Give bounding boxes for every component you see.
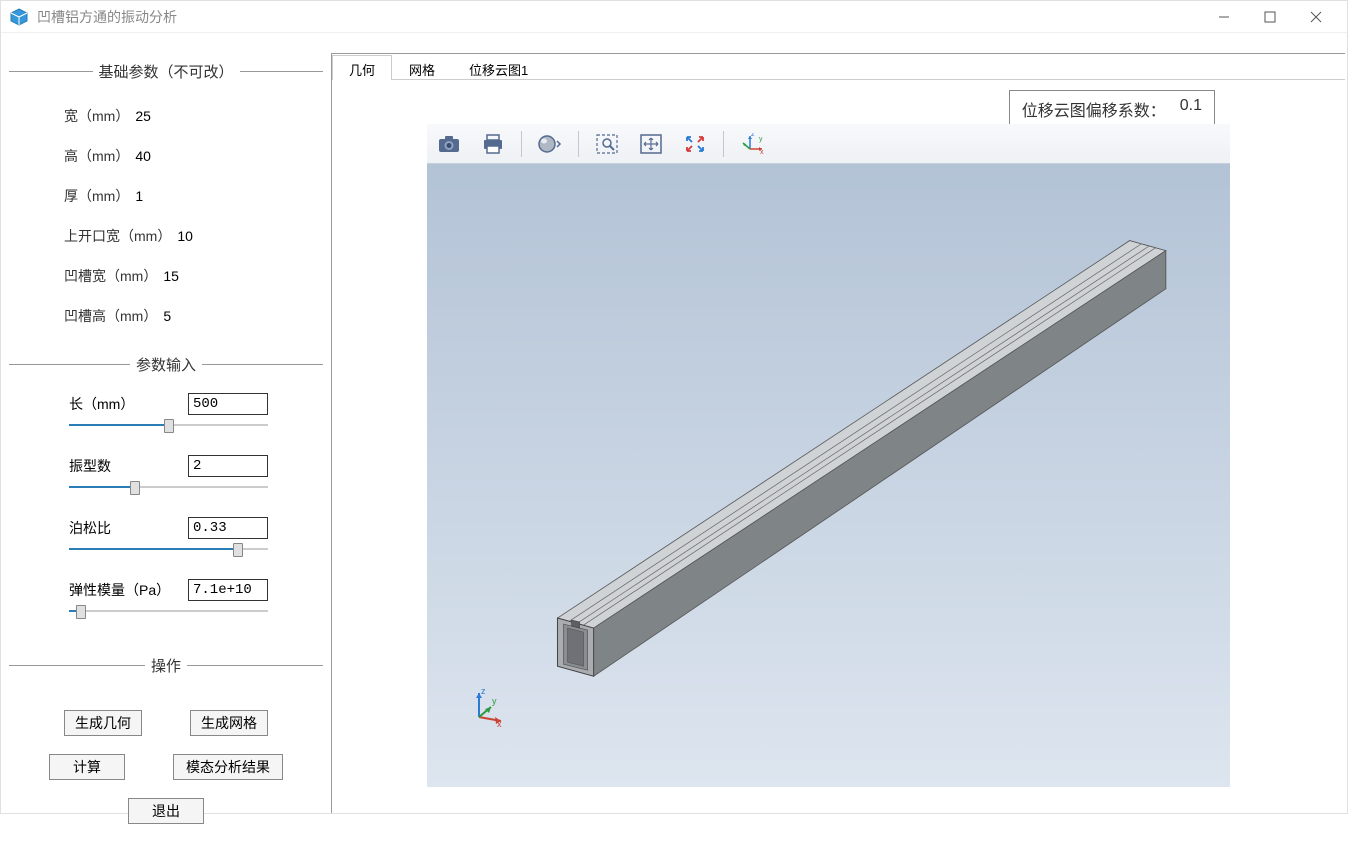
axis-triad-icon[interactable]: zyx <box>736 128 768 160</box>
toolbar-separator <box>578 131 579 157</box>
toolbar-separator <box>723 131 724 157</box>
zoom-full-icon[interactable] <box>679 128 711 160</box>
param-label: 高（mm） <box>64 146 129 166</box>
param-label: 上开口宽（mm） <box>64 226 171 246</box>
param-input[interactable] <box>188 393 268 415</box>
generate-mesh-button[interactable]: 生成网格 <box>190 710 268 736</box>
param-label: 凹槽宽（mm） <box>64 266 157 286</box>
tabs: 几何网格位移云图1 <box>332 54 1345 80</box>
basic-params-title: 基础参数（不可改） <box>99 61 234 82</box>
basic-param-row: 宽（mm） 25 <box>9 96 323 136</box>
input-label: 振型数 <box>69 456 111 476</box>
compute-button[interactable]: 计算 <box>49 754 125 780</box>
render-style-icon[interactable] <box>534 128 566 160</box>
viewport-toolbar: zyx <box>427 124 1230 164</box>
close-button[interactable] <box>1293 2 1339 32</box>
minimize-button[interactable] <box>1201 2 1247 32</box>
window-title: 凹槽铝方通的振动分析 <box>37 7 177 27</box>
param-value: 5 <box>163 308 171 324</box>
param-label: 宽（mm） <box>64 106 129 126</box>
param-slider[interactable] <box>69 541 268 557</box>
coef-label-text: 位移云图偏移系数： <box>1022 97 1166 121</box>
3d-render-area[interactable]: z y x <box>427 164 1230 787</box>
param-value: 10 <box>177 228 193 244</box>
svg-text:x: x <box>497 719 502 727</box>
param-value: 40 <box>135 148 151 164</box>
param-slider[interactable] <box>69 479 268 495</box>
param-value: 25 <box>135 108 151 124</box>
param-input[interactable] <box>188 517 268 539</box>
modal-results-button[interactable]: 模态分析结果 <box>173 754 283 780</box>
input-label: 长（mm） <box>69 394 134 414</box>
input-param-group: 振型数 <box>9 451 323 513</box>
param-value: 1 <box>135 188 143 204</box>
param-input[interactable] <box>188 579 268 601</box>
basic-param-row: 凹槽宽（mm） 15 <box>9 256 323 296</box>
toolbar-separator <box>521 131 522 157</box>
svg-text:y: y <box>759 136 763 143</box>
maximize-button[interactable] <box>1247 2 1293 32</box>
axis-gizmo: z y x <box>465 687 505 727</box>
tab[interactable]: 网格 <box>392 55 452 80</box>
svg-text:z: z <box>481 687 486 696</box>
basic-param-row: 凹槽高（mm） 5 <box>9 296 323 336</box>
param-value: 15 <box>163 268 179 284</box>
app-icon <box>9 7 29 27</box>
param-label: 厚（mm） <box>64 186 129 206</box>
tab[interactable]: 几何 <box>332 55 392 80</box>
param-slider[interactable] <box>69 603 268 619</box>
print-icon[interactable] <box>477 128 509 160</box>
svg-text:y: y <box>492 696 497 706</box>
coef-value: 0.1 <box>1180 97 1202 121</box>
param-input[interactable] <box>188 455 268 477</box>
input-label: 弹性模量（Pa） <box>69 580 170 600</box>
svg-text:x: x <box>760 149 764 155</box>
zoom-extents-icon[interactable] <box>635 128 667 160</box>
zoom-select-icon[interactable] <box>591 128 623 160</box>
titlebar: 凹槽铝方通的振动分析 <box>1 1 1347 33</box>
input-label: 泊松比 <box>69 518 111 538</box>
viewport-area: 几何网格位移云图1 位移云图偏移系数： 0.1 zyx <box>331 53 1345 813</box>
input-param-group: 泊松比 <box>9 513 323 575</box>
exit-button[interactable]: 退出 <box>128 798 204 824</box>
generate-geometry-button[interactable]: 生成几何 <box>64 710 142 736</box>
basic-param-row: 厚（mm） 1 <box>9 176 323 216</box>
input-params-title: 参数输入 <box>136 354 196 375</box>
basic-param-row: 上开口宽（mm） 10 <box>9 216 323 256</box>
sidebar: 基础参数（不可改） 宽（mm） 25 高（mm） 40 厚（mm） 1 上开口宽（mm） 10… <box>1 33 331 813</box>
displacement-coef-label: 位移云图偏移系数： 0.1 <box>1009 90 1215 128</box>
input-param-group: 长（mm） <box>9 389 323 451</box>
geometry-render <box>427 164 1230 787</box>
actions-title: 操作 <box>151 655 181 676</box>
basic-param-row: 高（mm） 40 <box>9 136 323 176</box>
param-label: 凹槽高（mm） <box>64 306 157 326</box>
camera-icon[interactable] <box>433 128 465 160</box>
param-slider[interactable] <box>69 417 268 433</box>
svg-text:z: z <box>751 133 755 138</box>
input-param-group: 弹性模量（Pa） <box>9 575 323 637</box>
tab[interactable]: 位移云图1 <box>452 55 545 80</box>
